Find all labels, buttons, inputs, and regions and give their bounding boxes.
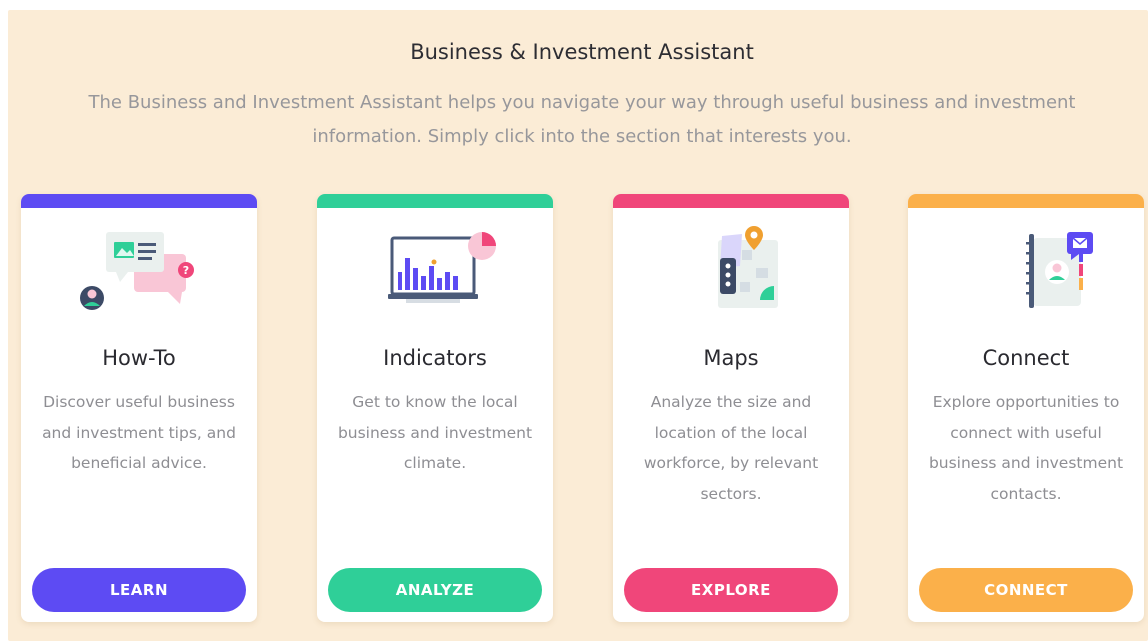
card-indicators[interactable]: Indicators Get to know the local busines… [317, 194, 553, 622]
analyze-button[interactable]: ANALYZE [328, 568, 542, 612]
chat-bubbles-icon: ? [21, 220, 257, 320]
card-accent-bar [908, 194, 1144, 208]
learn-button[interactable]: LEARN [32, 568, 246, 612]
svg-text:?: ? [183, 264, 189, 277]
bar-chart-monitor-icon [317, 220, 553, 320]
map-pin-icon [613, 220, 849, 320]
card-maps[interactable]: Maps Analyze the size and location of th… [613, 194, 849, 622]
card-description: Get to know the local business and inves… [337, 393, 533, 472]
card-accent-bar [613, 194, 849, 208]
explore-button[interactable]: EXPLORE [624, 568, 838, 612]
card-description: Analyze the size and location of the loc… [643, 393, 819, 503]
card-accent-bar [317, 194, 553, 208]
card-title: How-To [102, 346, 176, 370]
card-title: Connect [982, 346, 1070, 370]
contact-book-icon [908, 220, 1144, 320]
page-description: The Business and Investment Assistant he… [88, 92, 1076, 147]
card-accent-bar [21, 194, 257, 208]
card-title: Indicators [383, 346, 487, 370]
card-how-to[interactable]: ? How-To Discover useful business and in… [21, 194, 257, 622]
card-title: Maps [703, 346, 759, 370]
card-description: Explore opportunities to connect with us… [928, 393, 1124, 503]
card-connect[interactable]: Connect Explore opportunities to connect… [908, 194, 1144, 622]
card-description: Discover useful business and investment … [42, 393, 236, 472]
page-title: Business & Investment Assistant [410, 40, 754, 64]
connect-button[interactable]: CONNECT [919, 568, 1133, 612]
